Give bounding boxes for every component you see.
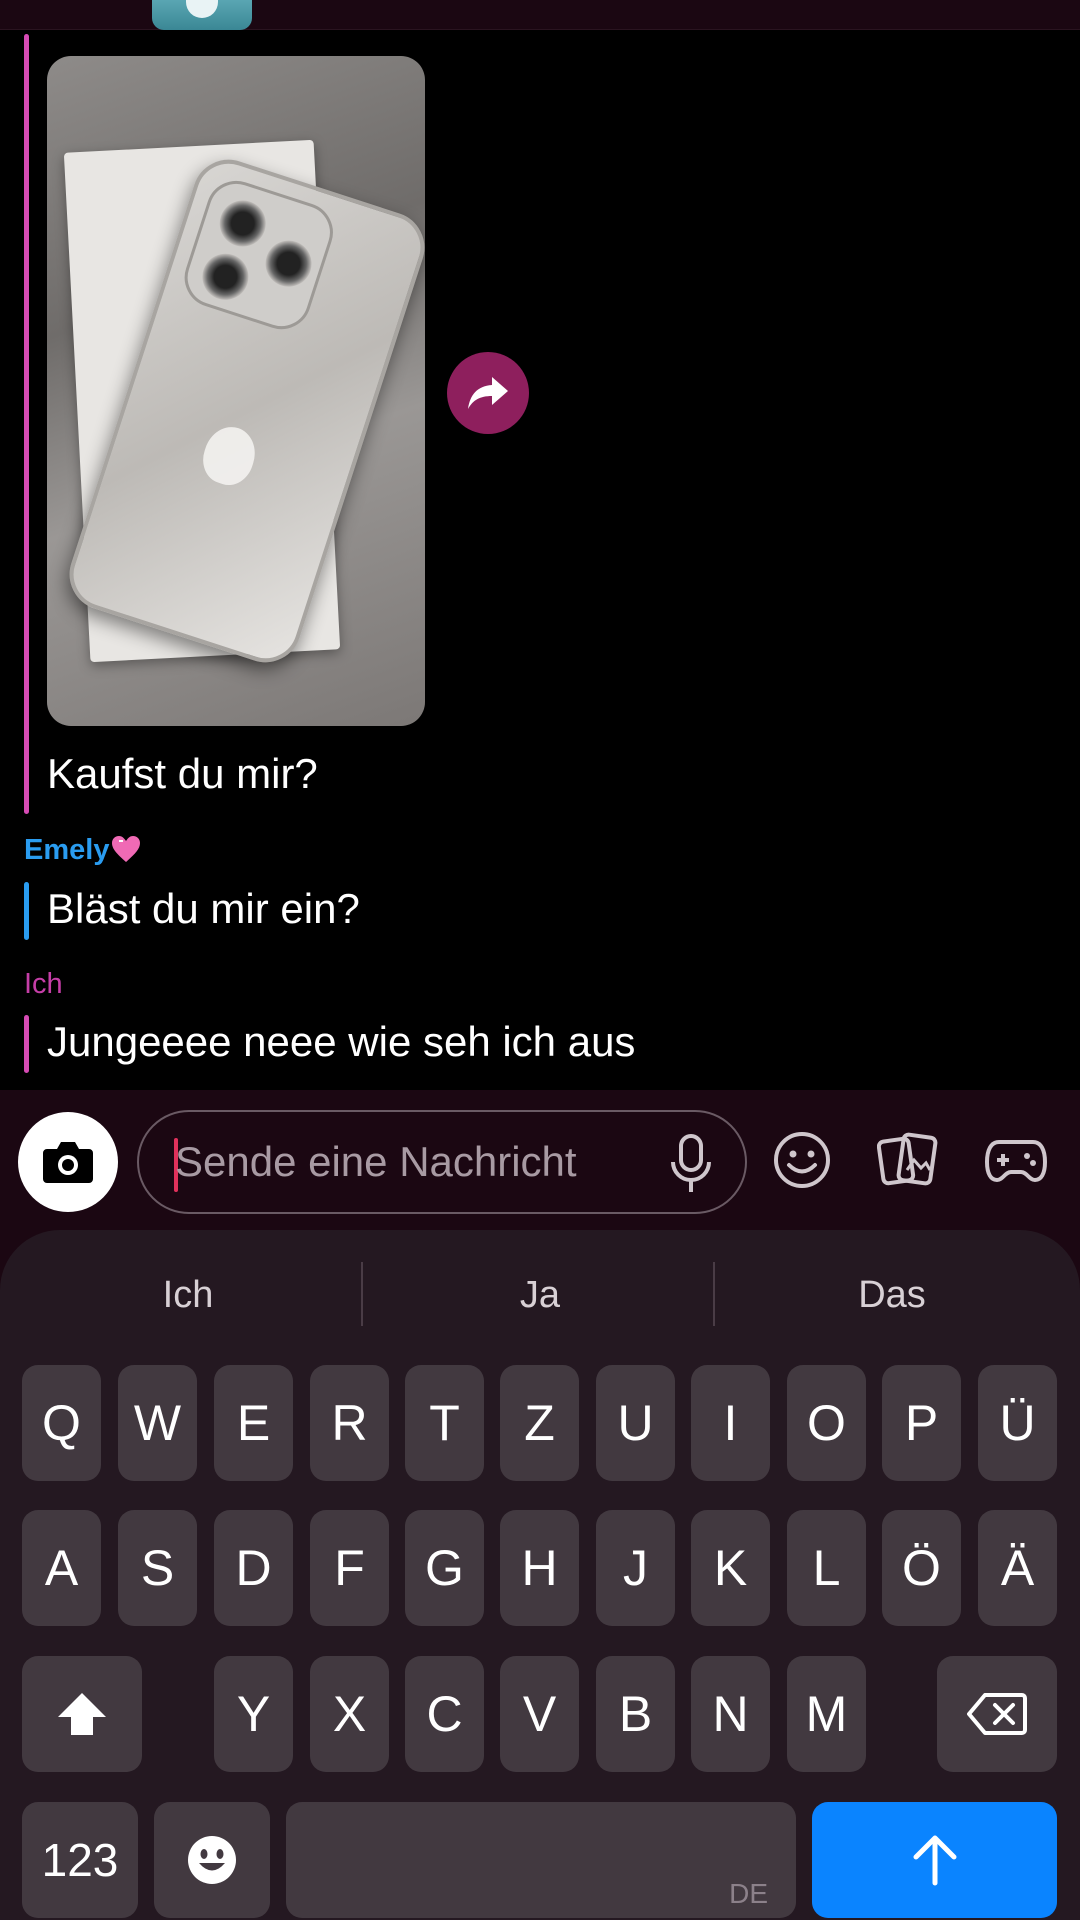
shift-arrow-icon bbox=[58, 1693, 106, 1735]
key-k[interactable]: K bbox=[691, 1510, 770, 1626]
message-bar-emely bbox=[24, 882, 29, 940]
send-button[interactable] bbox=[812, 1802, 1057, 1918]
key-z[interactable]: Z bbox=[500, 1365, 579, 1481]
key-d[interactable]: D bbox=[214, 1510, 293, 1626]
key-j[interactable]: J bbox=[596, 1510, 675, 1626]
sender-name-me: Ich bbox=[24, 968, 63, 1000]
sender-name-emely: Emely bbox=[24, 834, 141, 867]
message-text: Jungeeee neee wie seh ich aus bbox=[47, 1018, 636, 1065]
backspace-icon bbox=[967, 1693, 1027, 1735]
up-arrow-icon bbox=[913, 1835, 956, 1886]
backspace-key[interactable] bbox=[937, 1656, 1057, 1772]
apple-logo bbox=[196, 420, 263, 492]
key-i[interactable]: I bbox=[691, 1365, 770, 1481]
key-b[interactable]: B bbox=[596, 1656, 675, 1772]
message-text: Kaufst du mir? bbox=[47, 750, 318, 797]
message-group-bar bbox=[24, 34, 29, 814]
key-h[interactable]: H bbox=[500, 1510, 579, 1626]
game-controller-icon bbox=[985, 1140, 1047, 1183]
message-text: Bläst du mir ein? bbox=[47, 885, 360, 932]
games-button[interactable] bbox=[976, 1120, 1056, 1200]
smiley-icon bbox=[774, 1132, 830, 1188]
chat-header-strip bbox=[0, 0, 1080, 30]
key-oe[interactable]: Ö bbox=[882, 1510, 961, 1626]
emoji-button[interactable] bbox=[762, 1120, 842, 1200]
message-input-container[interactable] bbox=[137, 1110, 747, 1214]
key-y[interactable]: Y bbox=[214, 1656, 293, 1772]
key-x[interactable]: X bbox=[310, 1656, 389, 1772]
key-w[interactable]: W bbox=[118, 1365, 197, 1481]
key-e[interactable]: E bbox=[214, 1365, 293, 1481]
suggestion-1[interactable]: Ich bbox=[18, 1260, 358, 1330]
share-arrow-icon bbox=[468, 377, 508, 409]
microphone-icon[interactable] bbox=[669, 1134, 713, 1194]
emoji-keyboard-key[interactable] bbox=[154, 1802, 270, 1918]
message-input[interactable] bbox=[175, 1112, 655, 1212]
key-r[interactable]: R bbox=[310, 1365, 389, 1481]
shift-key[interactable] bbox=[22, 1656, 142, 1772]
key-a[interactable]: A bbox=[22, 1510, 101, 1626]
keyboard-language-label: DE bbox=[729, 1878, 768, 1909]
key-o[interactable]: O bbox=[787, 1365, 866, 1481]
pink-heart-icon bbox=[112, 836, 141, 862]
key-q[interactable]: Q bbox=[22, 1365, 101, 1481]
message-composer bbox=[0, 1090, 1080, 1230]
photo-cards-icon bbox=[877, 1132, 938, 1186]
photo-snap-media[interactable] bbox=[47, 56, 425, 726]
camera-button[interactable] bbox=[18, 1112, 118, 1212]
key-p[interactable]: P bbox=[882, 1365, 961, 1481]
key-ae[interactable]: Ä bbox=[978, 1510, 1057, 1626]
message-bar-me bbox=[24, 1015, 29, 1073]
key-v[interactable]: V bbox=[500, 1656, 579, 1772]
emoji-face-icon bbox=[188, 1836, 236, 1884]
numbers-key[interactable]: 123 bbox=[22, 1802, 138, 1918]
stickers-memories-button[interactable] bbox=[868, 1120, 948, 1200]
camera-icon bbox=[43, 1142, 93, 1183]
key-t[interactable]: T bbox=[405, 1365, 484, 1481]
suggestion-2[interactable]: Ja bbox=[370, 1260, 710, 1330]
chat-thread: Kaufst du mir? Emely Bläst du mir ein? I… bbox=[0, 30, 1080, 1090]
key-s[interactable]: S bbox=[118, 1510, 197, 1626]
key-l[interactable]: L bbox=[787, 1510, 866, 1626]
key-u[interactable]: U bbox=[596, 1365, 675, 1481]
key-g[interactable]: G bbox=[405, 1510, 484, 1626]
key-f[interactable]: F bbox=[310, 1510, 389, 1626]
key-m[interactable]: M bbox=[787, 1656, 866, 1772]
key-c[interactable]: C bbox=[405, 1656, 484, 1772]
key-n[interactable]: N bbox=[691, 1656, 770, 1772]
bitmoji-avatar[interactable] bbox=[152, 0, 252, 30]
space-bar[interactable]: DE bbox=[286, 1802, 796, 1918]
suggestion-3[interactable]: Das bbox=[722, 1260, 1062, 1330]
forward-share-button[interactable] bbox=[447, 352, 529, 434]
on-screen-keyboard: Ich Ja Das Q W E R T Z U I O P Ü A S D F… bbox=[0, 1230, 1080, 1920]
key-ue[interactable]: Ü bbox=[978, 1365, 1057, 1481]
